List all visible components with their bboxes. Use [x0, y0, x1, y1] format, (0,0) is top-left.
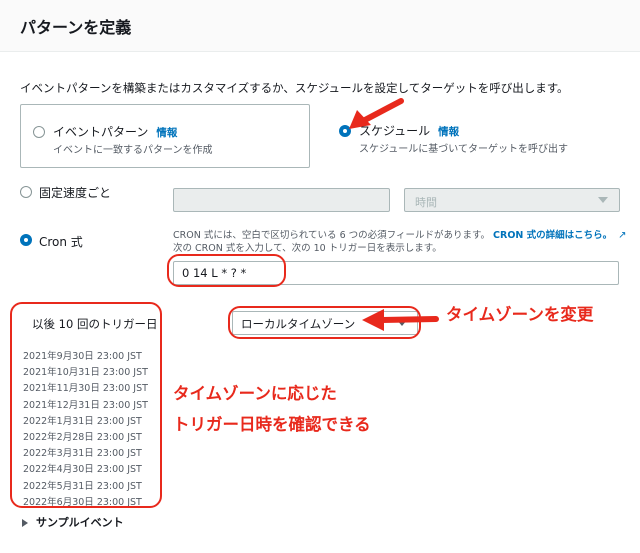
cron-radio[interactable]	[20, 234, 32, 246]
annotation-line-1: タイムゾーンに応じた	[173, 384, 337, 403]
annotation-arrow-schedule	[349, 98, 404, 129]
event-pattern-radio[interactable]	[33, 126, 45, 138]
cron-details-link[interactable]: CRON 式の詳細はこちら。	[493, 230, 612, 241]
event-pattern-subtitle: イベントに一致するパターンを作成	[53, 145, 213, 156]
sample-event-expander[interactable]: サンプルイベント	[22, 514, 124, 530]
annotation-arrow-timezone	[362, 309, 439, 331]
fixed-rate-unit-chevron-down-icon	[598, 197, 608, 203]
cron-help-line-1: CRON 式には、空白で区切られている 6 つの必須フィールドがあります。 CR…	[173, 229, 627, 242]
schedule-subtitle: スケジュールに基づいてターゲットを呼び出す	[359, 144, 568, 155]
cron-label: Cron 式	[39, 235, 83, 249]
caret-right-icon	[22, 519, 28, 527]
event-pattern-info-link[interactable]: 情報	[156, 127, 177, 139]
external-link-icon: ↗	[618, 230, 627, 241]
event-pattern-label: イベントパターン	[53, 125, 149, 139]
annotation-timezone-change: タイムゾーンを変更	[446, 305, 594, 324]
fixed-rate-radio[interactable]	[20, 186, 32, 198]
annotation-line-2: トリガー日時を確認できる	[173, 415, 371, 434]
page-title: パターンを定義	[20, 18, 132, 37]
panel-description: イベントパターンを構築またはカスタマイズするか、スケジュールを設定してターゲット…	[20, 81, 569, 95]
fixed-rate-value-input[interactable]	[173, 188, 390, 212]
schedule-info-link[interactable]: 情報	[438, 126, 459, 138]
fixed-rate-unit-select[interactable]: 時間	[404, 188, 620, 212]
panel-header: パターンを定義	[0, 0, 640, 52]
annotation-highlight-cron	[167, 254, 286, 287]
sample-event-label: サンプルイベント	[36, 516, 124, 529]
option-event-pattern[interactable]: イベントパターン 情報 イベントに一致するパターンを作成	[20, 104, 310, 168]
annotation-highlight-trigger-dates	[10, 302, 162, 508]
cron-help-text: CRON 式には、空白で区切られている 6 つの必須フィールドがあります。	[173, 230, 490, 241]
fixed-rate-label: 固定速度ごと	[39, 186, 112, 200]
